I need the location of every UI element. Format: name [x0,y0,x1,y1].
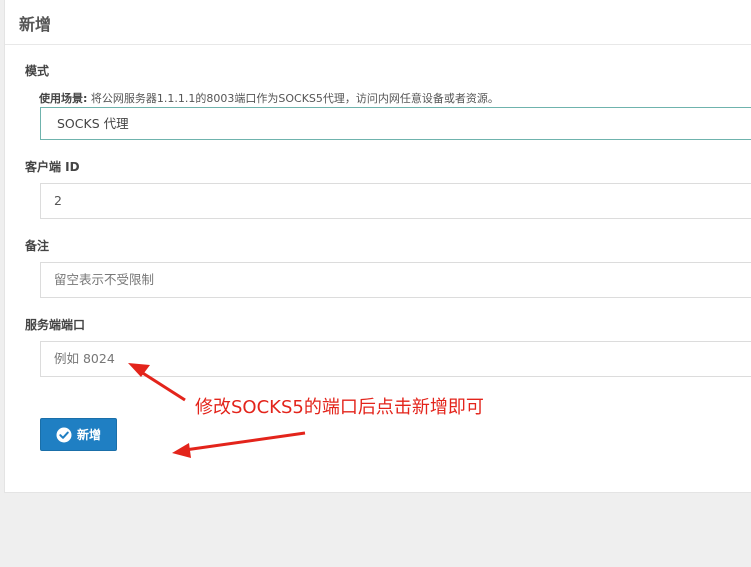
form-panel: 新增 模式 使用场景: 将公网服务器1.1.1.1的8003端口作为SOCKS5… [4,0,751,493]
mode-select[interactable]: SOCKS 代理 [40,107,751,140]
remark-label: 备注 [25,239,50,253]
check-circle-icon [56,427,72,443]
remark-field[interactable]: 留空表示不受限制 [40,262,751,298]
panel-header: 新增 [5,0,751,45]
server-port-label: 服务端端口 [25,318,86,332]
mode-hint: 使用场景: 将公网服务器1.1.1.1的8003端口作为SOCKS5代理，访问内… [39,90,499,106]
client-id-label: 客户端 ID [25,160,80,174]
server-port-field[interactable]: 例如 8024 [40,341,751,377]
panel-title: 新增 [19,15,52,34]
add-button[interactable]: 新增 [40,418,117,451]
mode-hint-text: 将公网服务器1.1.1.1的8003端口作为SOCKS5代理，访问内网任意设备或… [87,92,499,105]
client-id-field[interactable]: 2 [40,183,751,219]
mode-label: 模式 [25,64,50,78]
annotation-text: 修改SOCKS5的端口后点击新增即可 [195,397,484,418]
mode-hint-label: 使用场景: [39,92,88,105]
add-button-label: 新增 [76,428,101,442]
